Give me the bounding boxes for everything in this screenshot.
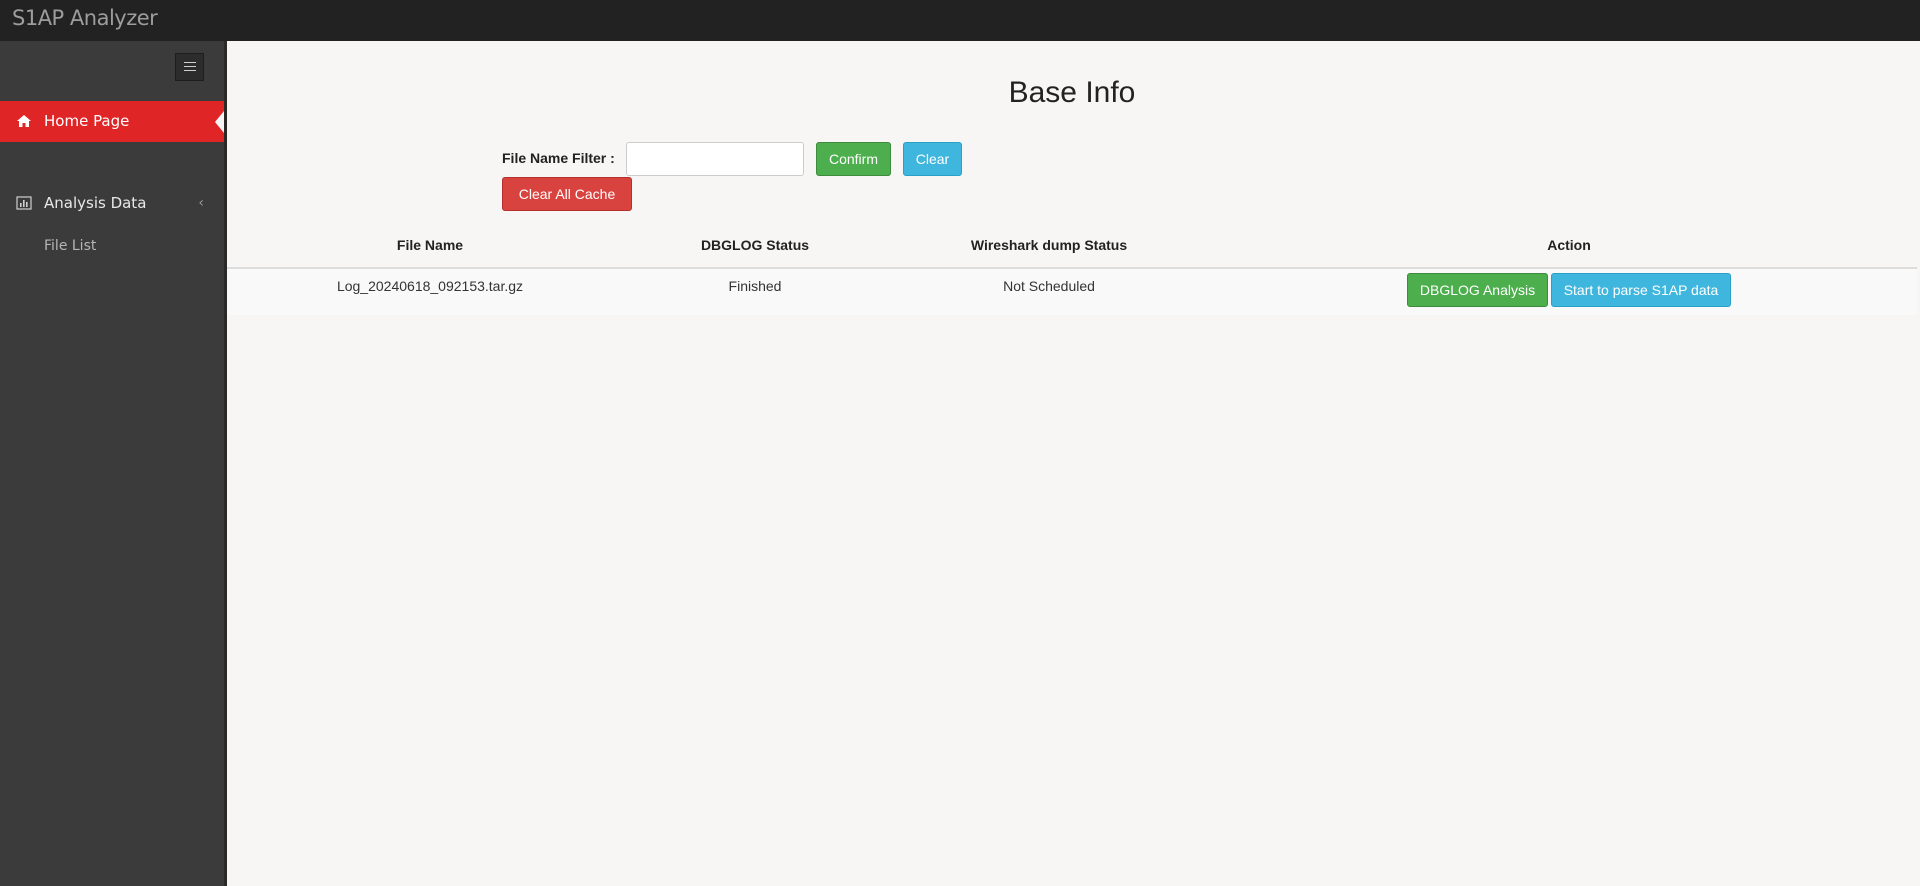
chevron-left-icon: ‹ bbox=[198, 195, 204, 211]
bar-chart-icon bbox=[16, 196, 32, 210]
sidebar: Home Page Analysis Data ‹ File List bbox=[0, 41, 227, 886]
clear-all-cache-button[interactable]: Clear All Cache bbox=[502, 177, 632, 211]
clear-button[interactable]: Clear bbox=[903, 142, 962, 176]
sidebar-item-file-list[interactable]: File List bbox=[0, 227, 224, 268]
app-title[interactable]: S1AP Analyzer bbox=[12, 6, 158, 30]
dbglog-analysis-button[interactable]: DBGLOG Analysis bbox=[1407, 273, 1548, 307]
column-header-file-name: File Name bbox=[396, 237, 464, 253]
wireshark-status-cell: Not Scheduled bbox=[1003, 278, 1095, 294]
file-name-filter-label: File Name Filter : bbox=[502, 150, 615, 166]
confirm-button[interactable]: Confirm bbox=[816, 142, 891, 176]
main-content: Base Info File Name Filter : Confirm Cle… bbox=[227, 41, 1920, 886]
sidebar-item-label: Home Page bbox=[44, 112, 130, 130]
file-name-filter-input[interactable] bbox=[626, 142, 804, 176]
menu-icon bbox=[184, 62, 196, 63]
sidebar-item-label: File List bbox=[44, 238, 97, 254]
active-indicator bbox=[215, 111, 224, 133]
sidebar-item-home-page[interactable]: Home Page bbox=[0, 101, 224, 142]
parse-s1ap-button[interactable]: Start to parse S1AP data bbox=[1551, 273, 1731, 307]
table-header: File Name DBGLOG Status Wireshark dump S… bbox=[227, 237, 1917, 269]
column-header-action: Action bbox=[1547, 237, 1591, 253]
file-name-cell: Log_20240618_092153.tar.gz bbox=[336, 278, 524, 294]
table-row: Log_20240618_092153.tar.gz Finished Not … bbox=[227, 269, 1917, 315]
sidebar-toggle-button[interactable] bbox=[175, 53, 204, 81]
sidebar-item-label: Analysis Data bbox=[44, 194, 147, 212]
column-header-wireshark-status: Wireshark dump Status bbox=[970, 237, 1128, 253]
dbglog-status-cell: Finished bbox=[728, 278, 782, 294]
column-header-dbglog-status: DBGLOG Status bbox=[700, 237, 810, 253]
page-title: Base Info bbox=[1008, 76, 1136, 109]
home-icon bbox=[17, 115, 31, 127]
top-navbar: S1AP Analyzer bbox=[0, 0, 1920, 41]
sidebar-item-analysis-data[interactable]: Analysis Data ‹ bbox=[0, 183, 224, 224]
